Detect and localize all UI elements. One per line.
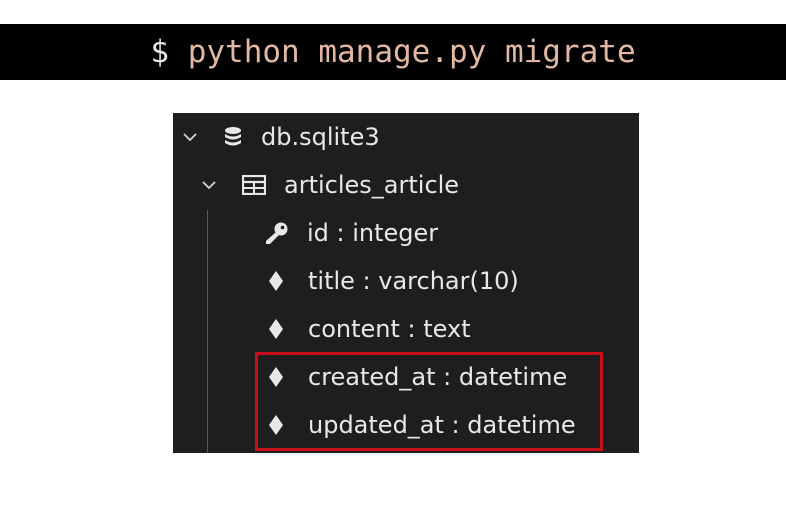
terminal-command-bar: $ python manage.py migrate	[0, 24, 786, 80]
tree-indent-guide	[207, 210, 208, 453]
diamond-icon	[269, 271, 283, 291]
chevron-down-icon[interactable]	[183, 130, 197, 144]
key-icon	[266, 222, 288, 244]
column-label: title : varchar(10)	[308, 267, 519, 295]
chevron-down-icon[interactable]	[202, 178, 216, 192]
table-icon	[242, 175, 266, 195]
tree-item-table[interactable]: articles_article	[202, 161, 459, 209]
database-explorer-panel: db.sqlite3 articles_article id : integer…	[173, 113, 639, 453]
diamond-icon	[269, 319, 283, 339]
terminal-command: python manage.py migrate	[187, 34, 636, 70]
column-label: content : text	[308, 315, 471, 343]
tree-item-database[interactable]: db.sqlite3	[183, 113, 380, 161]
tree-item-column[interactable]: id : integer	[265, 209, 438, 257]
tree-item-column[interactable]: content : text	[268, 305, 471, 353]
column-label: id : integer	[307, 219, 439, 247]
terminal-prompt: $	[150, 34, 170, 70]
highlight-box	[255, 352, 603, 451]
database-name: db.sqlite3	[261, 123, 380, 151]
tree-item-column[interactable]: title : varchar(10)	[268, 257, 519, 305]
table-name: articles_article	[284, 171, 460, 199]
database-icon	[225, 127, 241, 146]
